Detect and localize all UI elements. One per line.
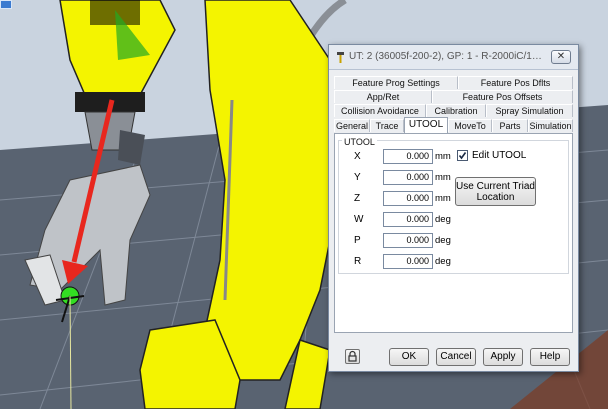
tab-row-3: Collision Avoidance Calibration Spray Si… [334,104,573,117]
triad-button-line-2: Location [476,192,515,203]
w-field[interactable]: 0.000 [383,212,433,227]
ok-button[interactable]: OK [389,348,429,366]
z-field[interactable]: 0.000 [383,191,433,206]
tab-row-1: Feature Prog Settings Feature Pos Dflts [334,76,573,89]
p-unit: deg [435,235,451,246]
tab-moveto[interactable]: MoveTo [448,119,492,132]
triad-button-line-1: Use Current Triad [456,181,535,192]
r-label: R [354,256,362,267]
tab-feature-pos-offsets[interactable]: Feature Pos Offsets [432,90,573,103]
dialog-titlebar[interactable]: UT: 2 (36005f-200-2), GP: 1 - R-2000iC/1… [329,45,578,70]
w-label: W [354,214,364,225]
tab-spray-simulation[interactable]: Spray Simulation [486,104,573,117]
r-unit: deg [435,256,451,267]
z-label: Z [354,193,361,204]
edit-utool-label: Edit UTOOL [472,150,527,161]
dialog-title: UT: 2 (36005f-200-2), GP: 1 - R-2000iC/1… [349,51,545,62]
utool-panel: UTOOL X 0.000 mm Y 0.000 mm Z 0.000 mm W… [334,133,573,333]
tab-trace[interactable]: Trace [370,119,404,132]
close-button[interactable]: ✕ [551,50,571,64]
tab-calibration[interactable]: Calibration [426,104,486,117]
p-field[interactable]: 0.000 [383,233,433,248]
w-unit: deg [435,214,451,225]
y-label: Y [354,172,361,183]
p-label: P [354,235,361,246]
tab-feature-prog-settings[interactable]: Feature Prog Settings [334,76,458,89]
tool-properties-dialog: UT: 2 (36005f-200-2), GP: 1 - R-2000iC/1… [328,44,579,372]
r-field[interactable]: 0.000 [383,254,433,269]
tab-app-ret[interactable]: App/Ret [334,90,432,103]
tool-icon [337,52,344,63]
app-corner-icon[interactable] [0,0,12,9]
help-button[interactable]: Help [530,348,570,366]
z-unit: mm [435,193,451,204]
cancel-button[interactable]: Cancel [436,348,476,366]
x-field[interactable]: 0.000 [383,149,433,164]
tab-general[interactable]: General [334,119,370,132]
tab-parts[interactable]: Parts [492,119,528,132]
use-current-triad-location-button[interactable]: Use Current Triad Location [455,177,536,206]
utool-group-label: UTOOL [342,137,377,147]
x-label: X [354,151,361,162]
tab-utool[interactable]: UTOOL [404,117,448,133]
y-unit: mm [435,172,451,183]
y-field[interactable]: 0.000 [383,170,433,185]
tab-simulation[interactable]: Simulation [528,119,573,132]
edit-utool-checkbox[interactable] [457,150,468,161]
apply-button[interactable]: Apply [483,348,523,366]
tab-collision-avoidance[interactable]: Collision Avoidance [334,104,426,117]
lock-button[interactable] [345,349,360,364]
x-unit: mm [435,151,451,162]
tab-row-2: App/Ret Feature Pos Offsets [334,90,573,103]
tab-feature-pos-dflts[interactable]: Feature Pos Dflts [458,76,573,89]
utool-groupbox: UTOOL X 0.000 mm Y 0.000 mm Z 0.000 mm W… [338,137,569,274]
checkmark-icon [458,152,467,160]
tab-row-4: General Trace UTOOL MoveTo Parts Simulat… [334,117,573,133]
lock-icon [348,350,357,362]
